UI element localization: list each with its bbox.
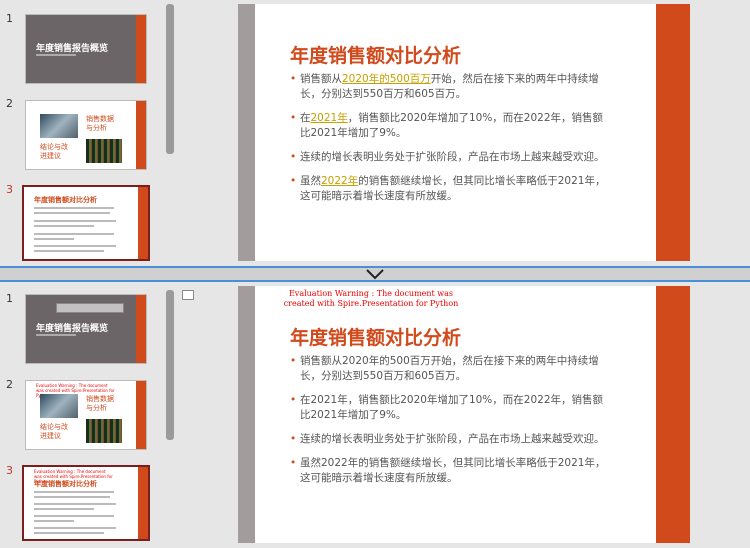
- chevron-down-icon: [366, 269, 384, 280]
- slide: Evaluation Warning : The document was cr…: [238, 286, 690, 543]
- text-line: [34, 225, 94, 227]
- thumbnail-title: 年度销售报告概览: [36, 324, 109, 334]
- thumbnail-title: 年度销售额对比分析: [34, 196, 97, 204]
- text-line: [34, 496, 110, 498]
- text-line: [34, 515, 114, 517]
- thumbnail-subtitle: [36, 334, 76, 336]
- slide-title[interactable]: 年度销售额对比分析: [290, 41, 461, 68]
- slide-thumbnail-1[interactable]: 年度销售报告概览: [25, 294, 147, 364]
- slide-number: 1: [6, 12, 13, 25]
- text-line: [34, 520, 74, 522]
- accent-bar: [136, 101, 146, 169]
- bullet-item: 连续的增长表明业务处于扩张阶段，产品在市场上越来越受欢迎。: [290, 432, 610, 447]
- thumbnail-label: 结论与改 进建议: [40, 423, 68, 440]
- slide-thumbnail-1[interactable]: 年度销售报告概览: [25, 14, 147, 84]
- left-gray-bar: [238, 286, 255, 543]
- slide-number: 2: [6, 378, 13, 391]
- text-line: [34, 508, 94, 510]
- bullet-item: 连续的增长表明业务处于扩张阶段，产品在市场上越来越受欢迎。: [290, 150, 610, 165]
- right-accent-bar: [656, 286, 690, 543]
- text-line: [34, 220, 116, 222]
- slide-number: 3: [6, 464, 13, 477]
- accent-bar: [136, 15, 146, 83]
- bullet-item: 销售额从2020年的500百万开始，然后在接下来的两年中持续增长，分别达到550…: [290, 72, 610, 102]
- bullet-item: 在2021年，销售额比2020年增加了10%，而在2022年，销售额比2021年…: [290, 111, 610, 141]
- selection-handle[interactable]: [182, 290, 194, 300]
- slide-title[interactable]: 年度销售额对比分析: [290, 323, 461, 350]
- accent-bar: [136, 295, 146, 363]
- text-line: [34, 212, 110, 214]
- highlight-text: 2021年: [310, 112, 348, 124]
- watermark-box: [56, 303, 124, 313]
- bullet-item: 在2021年，销售额比2020年增加了10%，而在2022年，销售额比2021年…: [290, 393, 610, 423]
- bullet-item: 虽然2022年的销售额继续增长，但其同比增长率略低于2021年，这可能暗示着增长…: [290, 174, 610, 204]
- thumbnail-label: 销售数据 与分析: [86, 115, 114, 132]
- accent-bar: [136, 381, 146, 449]
- text-line: [34, 238, 74, 240]
- text-line: [34, 233, 114, 235]
- tablet-image: [40, 114, 78, 138]
- scrollbar[interactable]: [166, 4, 174, 154]
- bullet-list[interactable]: 销售额从2020年的500百万开始，然后在接下来的两年中持续增长，分别达到550…: [290, 72, 610, 213]
- slide-canvas: Evaluation Warning : The document was cr…: [178, 282, 750, 548]
- slide-canvas: 年度销售额对比分析 销售额从2020年的500百万开始，然后在接下来的两年中持续…: [178, 0, 750, 266]
- text-line: [34, 207, 114, 209]
- text-line: [34, 491, 114, 493]
- bullet-list[interactable]: 销售额从2020年的500百万开始，然后在接下来的两年中持续增长，分别达到550…: [290, 354, 610, 495]
- thumbnail-label: 销售数据 与分析: [86, 395, 114, 412]
- slide-thumbnail-3[interactable]: 年度销售额对比分析: [22, 185, 150, 261]
- thumbnail-pane: 1 年度销售报告概览 2 销售数据 与分析 结论与改 进建议 3 年度销售额对比…: [0, 0, 162, 266]
- bullet-item: 虽然2022年的销售额继续增长，但其同比增长率略低于2021年，这可能暗示着增长…: [290, 456, 610, 486]
- accent-bar: [138, 187, 148, 259]
- slide-thumbnail-2[interactable]: 销售数据 与分析 结论与改 进建议: [25, 100, 147, 170]
- text-line: [34, 250, 104, 252]
- text-line: [34, 532, 104, 534]
- text-line: [34, 503, 116, 505]
- scrollbar[interactable]: [166, 290, 174, 440]
- chart-image: [86, 139, 122, 163]
- chart-image: [86, 419, 122, 443]
- bottom-view-panel: 1 年度销售报告概览 2 Evaluation Warning : The do…: [0, 280, 750, 548]
- accent-bar: [138, 467, 148, 539]
- slide-number: 1: [6, 292, 13, 305]
- top-view-panel: 1 年度销售报告概览 2 销售数据 与分析 结论与改 进建议 3 年度销售额对比…: [0, 0, 750, 268]
- bullet-item: 销售额从2020年的500百万开始，然后在接下来的两年中持续增长，分别达到550…: [290, 354, 610, 384]
- slide-thumbnail-3[interactable]: Evaluation Warning : The document was cr…: [22, 465, 150, 541]
- text-line: [34, 527, 116, 529]
- slide: 年度销售额对比分析 销售额从2020年的500百万开始，然后在接下来的两年中持续…: [238, 4, 690, 261]
- left-gray-bar: [238, 4, 255, 261]
- thumbnail-pane: 1 年度销售报告概览 2 Evaluation Warning : The do…: [0, 282, 162, 548]
- highlight-text: 2020年的500百万: [342, 73, 431, 85]
- thumbnail-subtitle: [36, 54, 76, 56]
- highlight-text: 2022年: [321, 175, 359, 187]
- right-accent-bar: [656, 4, 690, 261]
- slide-number: 3: [6, 183, 13, 196]
- thumbnail-title: 年度销售额对比分析: [34, 480, 97, 488]
- slide-thumbnail-2[interactable]: Evaluation Warning : The document was cr…: [25, 380, 147, 450]
- thumbnail-title: 年度销售报告概览: [36, 44, 109, 54]
- watermark-text: Evaluation Warning : The document was cr…: [283, 289, 459, 308]
- text-line: [34, 245, 116, 247]
- thumbnail-label: 结论与改 进建议: [40, 143, 68, 160]
- tablet-image: [40, 394, 78, 418]
- slide-number: 2: [6, 97, 13, 110]
